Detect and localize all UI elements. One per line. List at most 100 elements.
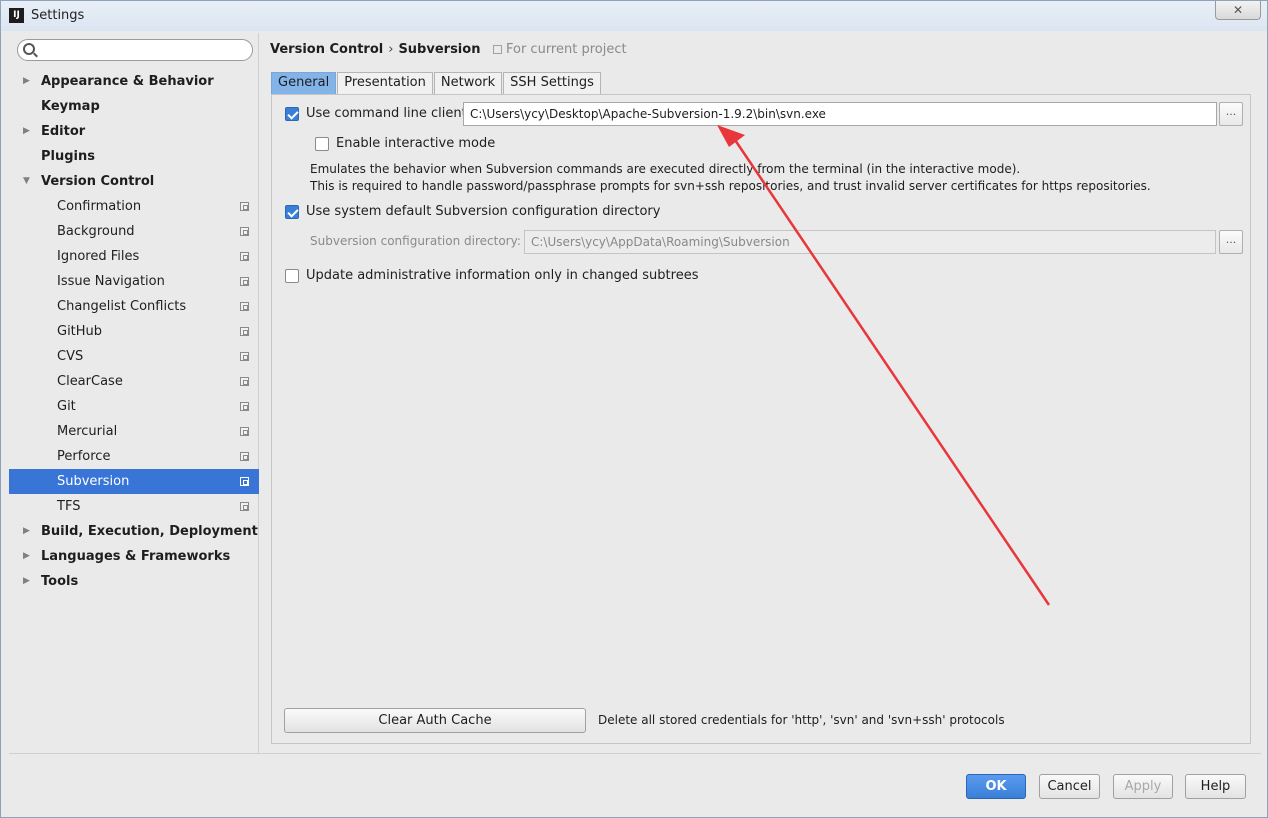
sidebar-item-label: Appearance & Behavior: [41, 74, 214, 89]
sidebar-item-label: Keymap: [41, 99, 100, 114]
config-directory-field[interactable]: C:\Users\ycy\AppData\Roaming\Subversion: [524, 230, 1216, 254]
sidebar-item-version-control[interactable]: ▼ Version Control: [9, 169, 259, 194]
clear-auth-cache-description: Delete all stored credentials for 'http'…: [598, 713, 1005, 727]
project-scope-icon: [240, 477, 249, 486]
sidebar-item-perforce[interactable]: Perforce: [9, 444, 259, 469]
interactive-mode-description-line-1: Emulates the behavior when Subversion co…: [310, 162, 1021, 176]
collapsed-arrow-icon[interactable]: ▶: [23, 544, 30, 569]
project-scope-icon: [240, 252, 249, 261]
settings-content: Version Control › Subversion For current p…: [263, 33, 1261, 753]
footer-divider: [9, 753, 1261, 754]
collapsed-arrow-icon[interactable]: ▶: [23, 519, 30, 544]
window-title: Settings: [31, 8, 85, 23]
sidebar-item-plugins[interactable]: Plugins: [9, 144, 259, 169]
enable-interactive-mode-checkbox[interactable]: [315, 137, 329, 151]
breadcrumb: Version Control › Subversion For current p…: [270, 42, 627, 57]
breadcrumb-parent[interactable]: Version Control: [270, 42, 383, 57]
sidebar-item-label: Ignored Files: [57, 249, 140, 264]
sidebar-item-github[interactable]: GitHub: [9, 319, 259, 344]
clear-auth-cache-button[interactable]: Clear Auth Cache: [284, 708, 586, 733]
collapsed-arrow-icon[interactable]: ▶: [23, 569, 30, 594]
project-scope-icon: [240, 202, 249, 211]
settings-tree: ▶ Appearance & Behavior Keymap ▶ Editor Plugi…: [9, 69, 259, 594]
sidebar-item-label: CVS: [57, 349, 84, 364]
enable-interactive-mode-label: Enable interactive mode: [336, 136, 496, 151]
sidebar-item-languages-frameworks[interactable]: ▶ Languages & Frameworks: [9, 544, 259, 569]
sidebar-item-confirmation[interactable]: Confirmation: [9, 194, 259, 219]
use-default-config-dir-checkbox[interactable]: [285, 205, 299, 219]
ok-button[interactable]: OK: [966, 774, 1026, 799]
title-bar: IJ Settings ✕: [1, 1, 1267, 31]
sidebar-item-build-execution-deployment[interactable]: ▶ Build, Execution, Deployment: [9, 519, 259, 544]
project-scope-icon: [240, 277, 249, 286]
project-scope-icon: [240, 227, 249, 236]
sidebar-item-background[interactable]: Background: [9, 219, 259, 244]
use-command-line-client-label: Use command line client:: [306, 106, 472, 121]
tab-general[interactable]: General: [271, 72, 337, 94]
update-admin-info-label: Update administrative information only i…: [306, 268, 699, 283]
use-default-config-dir-label: Use system default Subversion configurat…: [306, 204, 661, 219]
browse-config-directory-button[interactable]: ...: [1219, 230, 1243, 254]
collapsed-arrow-icon[interactable]: ▶: [23, 69, 30, 94]
sidebar-item-keymap[interactable]: Keymap: [9, 94, 259, 119]
sidebar-item-tfs[interactable]: TFS: [9, 494, 259, 519]
sidebar-item-label: Plugins: [41, 149, 95, 164]
project-scope-icon: [492, 45, 502, 54]
sidebar-item-label: TFS: [57, 499, 81, 514]
sidebar-item-git[interactable]: Git: [9, 394, 259, 419]
sidebar-item-label: Background: [57, 224, 135, 239]
expanded-arrow-icon[interactable]: ▼: [23, 169, 30, 194]
tab-bar: General Presentation Network SSH Setting…: [271, 72, 602, 94]
scope-label: For current project: [505, 42, 627, 57]
sidebar-item-label: Confirmation: [57, 199, 142, 214]
breadcrumb-separator: ›: [388, 42, 394, 57]
sidebar-item-label: Changelist Conflicts: [57, 299, 187, 314]
cancel-button[interactable]: Cancel: [1039, 774, 1100, 799]
close-window-button[interactable]: ✕: [1215, 1, 1261, 20]
sidebar-item-label: Build, Execution, Deployment: [41, 524, 258, 539]
browse-svn-executable-button[interactable]: ...: [1219, 102, 1243, 126]
tab-network[interactable]: Network: [433, 72, 503, 94]
sidebar-item-label: Issue Navigation: [57, 274, 165, 289]
sidebar-item-subversion[interactable]: Subversion: [9, 469, 259, 494]
tab-presentation[interactable]: Presentation: [337, 72, 433, 94]
sidebar-item-clearcase[interactable]: ClearCase: [9, 369, 259, 394]
project-scope-icon: [240, 327, 249, 336]
sidebar-item-label: GitHub: [57, 324, 103, 339]
sidebar-item-mercurial[interactable]: Mercurial: [9, 419, 259, 444]
project-scope-icon: [240, 452, 249, 461]
sidebar-item-ignored-files[interactable]: Ignored Files: [9, 244, 259, 269]
sidebar-item-label: Version Control: [41, 174, 155, 189]
project-scope-icon: [240, 377, 249, 386]
project-scope-icon: [240, 302, 249, 311]
sidebar-item-cvs[interactable]: CVS: [9, 344, 259, 369]
config-directory-label: Subversion configuration directory:: [310, 234, 521, 248]
sidebar-item-editor[interactable]: ▶ Editor: [9, 119, 259, 144]
project-scope-icon: [240, 427, 249, 436]
svn-executable-path-field[interactable]: C:\Users\ycy\Desktop\Apache-Subversion-1…: [463, 102, 1217, 126]
sidebar-item-label: Editor: [41, 124, 86, 139]
sidebar-item-label: ClearCase: [57, 374, 123, 389]
sidebar-item-label: Tools: [41, 574, 79, 589]
intellij-app-icon: IJ: [9, 8, 24, 23]
tab-ssh-settings[interactable]: SSH Settings: [503, 72, 601, 94]
update-admin-info-checkbox[interactable]: [285, 269, 299, 283]
project-scope-icon: [240, 402, 249, 411]
sidebar-item-label: Languages & Frameworks: [41, 549, 231, 564]
interactive-mode-description-line-2: This is required to handle password/pass…: [310, 179, 1151, 193]
sidebar-item-issue-navigation[interactable]: Issue Navigation: [9, 269, 259, 294]
sidebar-item-changelist-conflicts[interactable]: Changelist Conflicts: [9, 294, 259, 319]
collapsed-arrow-icon[interactable]: ▶: [23, 119, 30, 144]
sidebar-item-label: Mercurial: [57, 424, 118, 439]
apply-button[interactable]: Apply: [1113, 774, 1173, 799]
settings-sidebar: ▶ Appearance & Behavior Keymap ▶ Editor Plugi…: [9, 33, 259, 753]
project-scope-icon: [240, 352, 249, 361]
settings-search-input[interactable]: [17, 39, 253, 61]
scope-note: For current project: [492, 42, 627, 57]
sidebar-item-appearance-behavior[interactable]: ▶ Appearance & Behavior: [9, 69, 259, 94]
help-button[interactable]: Help: [1185, 774, 1246, 799]
breadcrumb-current: Subversion: [398, 42, 481, 57]
sidebar-item-label: Git: [57, 399, 76, 414]
sidebar-item-tools[interactable]: ▶ Tools: [9, 569, 259, 594]
use-command-line-client-checkbox[interactable]: [285, 107, 299, 121]
